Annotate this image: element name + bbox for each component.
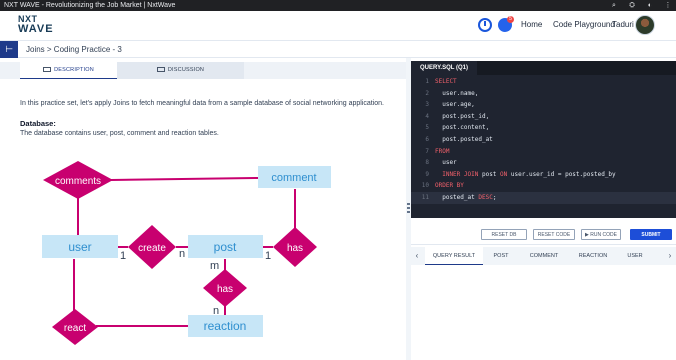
sql-text: user.user_id = post.posted_by [507,170,616,178]
cardinality-reaction-n: n [213,305,219,317]
app-header: NXT WAVE 5 Home Code Playground Taduri [0,11,676,41]
line-number: 2 [425,89,429,97]
sql-keyword: INNER JOIN [435,170,479,178]
sidebar-toggle-button[interactable]: ⊢ [0,41,18,58]
cardinality-create-post: n [179,248,185,260]
reset-code-button[interactable]: RESET CODE [533,229,575,240]
sql-text: posted_at [435,193,479,201]
profile-icon[interactable]: ◐ [646,0,654,11]
code-line[interactable]: 4 post.post_id, [411,111,676,123]
tab-description[interactable]: DESCRIPTION [20,62,117,79]
line-number: 11 [421,193,429,201]
line-number: 8 [425,159,429,167]
chat-icon [156,67,165,72]
relation-comments-label: comments [55,176,101,187]
sql-keyword: DESC [478,193,493,201]
code-line[interactable]: 3 user.age, [411,99,676,111]
cardinality-post-has: 1 [265,250,271,262]
code-line[interactable]: 1 SELECT [411,76,676,88]
code-line[interactable]: 8 user [411,157,676,169]
sql-text: post.content, [435,124,490,132]
line-number: 5 [425,124,429,132]
code-line[interactable]: 2 user.name, [411,88,676,100]
sql-text: post [478,170,501,178]
editor-file-tab[interactable]: QUERY.SQL (Q1) [411,61,477,75]
submit-button[interactable]: SUBMIT [630,229,672,240]
line-number: 4 [425,112,429,120]
relation-create-label: create [138,243,166,254]
relation-react-label: react [64,323,86,334]
browser-title-bar: NXT WAVE - Revolutionizing the Job Marke… [0,0,676,11]
nav-code-playground-link[interactable]: Code Playground [553,20,615,29]
entity-post-label: post [214,240,237,254]
relation-has-comment-label: has [287,243,303,254]
drag-handle-icon [407,203,410,215]
sql-keyword: FROM [435,147,450,155]
chevron-left-icon[interactable]: ‹ [411,247,423,265]
code-line[interactable]: 9 INNER JOIN post ON user.user_id = post… [411,169,676,181]
code-line[interactable]: 6 post.posted_at [411,134,676,146]
user-name[interactable]: Taduri [612,20,634,29]
sql-text: post.post_id, [435,112,490,120]
sql-text: user.age, [435,101,475,109]
line-number: 9 [425,170,429,178]
tab-post[interactable]: POST [483,247,519,265]
extensions-icon[interactable]: ⛭ [628,0,636,11]
breadcrumb: Joins > Coding Practice - 3 [26,45,122,54]
document-icon [43,67,52,72]
tab-comment[interactable]: COMMENT [519,247,569,265]
editor-actions: RESET DB RESET CODE ▶ RUN CODE SUBMIT [411,218,676,244]
problem-description: In this practice set, let's apply Joins … [20,100,384,107]
query-result-area [411,265,676,360]
entity-reaction-label: reaction [204,319,247,333]
browser-controls: ⌕ ⛭ ◐ ⋮ [610,0,672,11]
problem-tabs: DESCRIPTION DISCUSSION [0,62,406,79]
entity-user-label: user [68,240,91,254]
sub-header: ⊢ Joins > Coding Practice - 3 [0,41,676,58]
entity-comment-label: comment [271,172,316,184]
line-number: 10 [421,182,429,190]
code-line[interactable]: 11 posted_at DESC; [411,191,676,204]
results-tabs: ‹ QUERY RESULT POST COMMENT REACTION USE… [411,247,676,265]
database-heading: Database: [20,119,56,128]
line-number: 3 [425,101,429,109]
search-icon[interactable]: ⌕ [610,0,618,11]
sql-text: user.name, [435,89,479,97]
notification-badge: 5 [507,16,514,23]
results-panel: ‹ QUERY RESULT POST COMMENT REACTION USE… [411,244,676,360]
sql-keyword: SELECT [435,78,457,85]
cardinality-post-m: m [210,260,219,272]
code-editor[interactable]: QUERY.SQL (Q1) 1 SELECT 2 user.name, 3 user… [411,61,676,218]
window-title: NXT WAVE - Revolutionizing the Job Marke… [4,2,176,9]
chevron-right-icon[interactable]: › [664,247,676,265]
code-area[interactable]: 1 SELECT 2 user.name, 3 user.age, 4 post.pos… [411,76,676,204]
sql-text: user [435,159,457,167]
tab-query-result[interactable]: QUERY RESULT [425,247,483,265]
menu-icon[interactable]: ⋮ [664,0,672,11]
nav-home-link[interactable]: Home [521,20,542,29]
tab-reaction[interactable]: REACTION [569,247,617,265]
database-description: The database contains user, post, commen… [20,130,219,137]
timer-icon[interactable] [478,18,492,32]
er-diagram: user post comment reaction comments crea… [42,161,331,345]
nxtwave-logo[interactable]: NXT WAVE [18,15,58,37]
run-code-button[interactable]: ▶ RUN CODE [581,229,621,240]
code-line[interactable]: 5 post.content, [411,122,676,134]
tab-discussion[interactable]: DISCUSSION [117,62,244,79]
line-number: 1 [425,78,429,85]
editor-tab-bar: QUERY.SQL (Q1) [411,61,676,75]
reset-db-button[interactable]: RESET DB [481,229,527,240]
tab-user[interactable]: USER [617,247,653,265]
relation-has-reaction-label: has [217,284,233,295]
code-line[interactable]: 7 FROM [411,146,676,158]
line-number: 6 [425,135,429,143]
code-line[interactable]: 10 ORDER BY [411,180,676,192]
line-number: 7 [425,147,429,155]
sql-text: post.posted_at [435,135,493,143]
problem-pane: DESCRIPTION DISCUSSION In this practice … [0,58,406,360]
sql-keyword: ORDER BY [435,182,464,190]
cardinality-user-create: 1 [120,250,126,262]
sql-text: ; [492,193,497,201]
avatar[interactable] [635,15,655,35]
